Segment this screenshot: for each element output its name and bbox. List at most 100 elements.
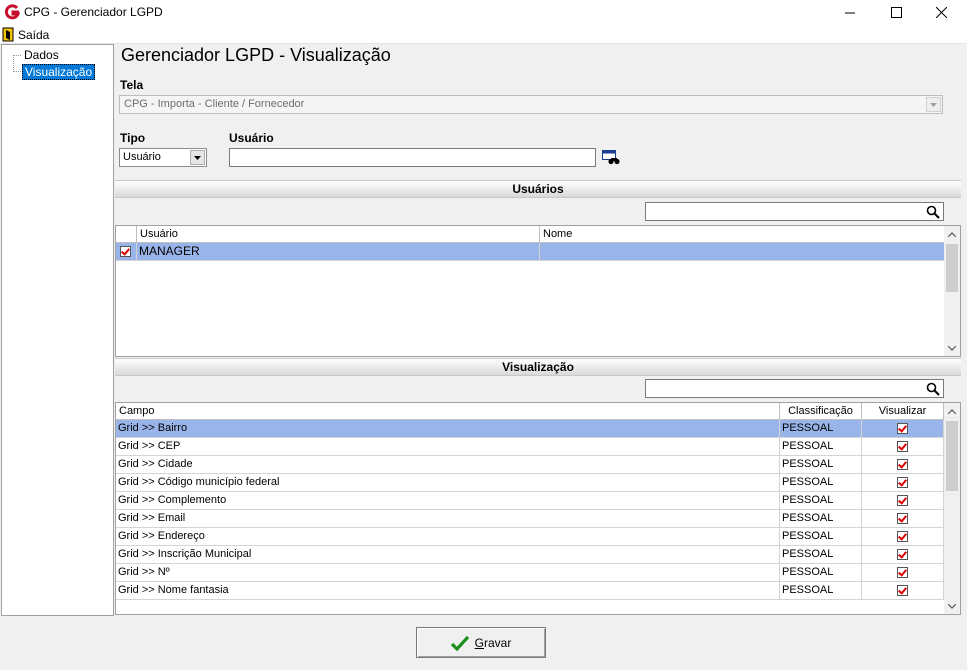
menu-exit-label: Saída (18, 27, 50, 42)
cell-campo: Grid >> Código município federal (116, 474, 780, 491)
checkbox-checked[interactable] (897, 441, 908, 452)
cell-campo: Grid >> Endereço (116, 528, 780, 545)
checkbox-checked[interactable] (897, 531, 908, 542)
page-title: Gerenciador LGPD - Visualização (121, 45, 391, 65)
close-button[interactable] (918, 0, 964, 25)
checkbox-checked[interactable] (897, 423, 908, 434)
scroll-up-icon[interactable] (944, 403, 960, 419)
window-title: CPG - Gerenciador LGPD (24, 5, 163, 19)
tela-value: CPG - Importa - Cliente / Fornecedor (124, 98, 305, 110)
tree-connector (13, 71, 21, 72)
usuarios-grid: Usuário Nome MANAGER (115, 225, 961, 357)
cell-visualizar[interactable] (862, 528, 944, 545)
gravar-label: Gravar (474, 635, 512, 650)
tree-connector (13, 55, 21, 56)
cell-visualizar[interactable] (862, 510, 944, 527)
gravar-button[interactable]: Gravar (416, 627, 546, 658)
checkbox-checked[interactable] (897, 567, 908, 578)
checkbox-checked[interactable] (897, 459, 908, 470)
tipo-value: Usuário (123, 151, 161, 163)
cell-visualizar[interactable] (862, 456, 944, 473)
column-header-classificacao[interactable]: Classificação (780, 403, 862, 420)
close-icon (935, 7, 947, 18)
table-row[interactable]: Grid >> Endereço PESSOAL (116, 528, 944, 546)
cell-campo: Grid >> CEP (116, 438, 780, 455)
cell-visualizar[interactable] (862, 492, 944, 509)
table-row[interactable]: MANAGER (116, 243, 945, 261)
cell-classificacao: PESSOAL (780, 564, 862, 581)
column-header-visualizar[interactable]: Visualizar (862, 403, 944, 420)
usuario-input[interactable] (229, 148, 596, 167)
cell-visualizar[interactable] (862, 546, 944, 563)
tree-item-dados[interactable]: Dados (22, 48, 61, 62)
checkbox-checked[interactable] (897, 495, 908, 506)
tela-label: Tela (120, 78, 144, 92)
user-search-button[interactable] (602, 150, 620, 166)
column-header-check (116, 226, 137, 243)
cell-classificacao: PESSOAL (780, 546, 862, 563)
cell-campo: Grid >> Email (116, 510, 780, 527)
row-checkbox-cell[interactable] (116, 243, 137, 260)
checkbox-checked[interactable] (897, 585, 908, 596)
cell-usuario: MANAGER (137, 243, 540, 260)
cell-classificacao: PESSOAL (780, 510, 862, 527)
tree-item-visualizacao[interactable]: Visualização (22, 64, 96, 80)
column-header-nome[interactable]: Nome (540, 226, 945, 243)
search-icon[interactable] (926, 205, 940, 219)
cell-campo: Grid >> Cidade (116, 456, 780, 473)
checkbox-checked[interactable] (897, 549, 908, 560)
cell-visualizar[interactable] (862, 474, 944, 491)
exit-door-icon (2, 27, 14, 42)
usuarios-section-header: Usuários (115, 180, 961, 198)
scroll-up-icon[interactable] (944, 226, 960, 242)
cell-classificacao: PESSOAL (780, 420, 862, 437)
cell-visualizar[interactable] (862, 420, 944, 437)
cell-classificacao: PESSOAL (780, 528, 862, 545)
cell-campo: Grid >> Inscrição Municipal (116, 546, 780, 563)
scrollbar-thumb[interactable] (946, 244, 958, 292)
chevron-down-icon[interactable] (926, 97, 941, 112)
visualizacao-section-header: Visualização (115, 358, 961, 376)
minimize-button[interactable] (827, 0, 873, 25)
table-row[interactable]: Grid >> Nome fantasia PESSOAL (116, 582, 944, 600)
chevron-down-icon[interactable] (190, 150, 205, 165)
table-row[interactable]: Grid >> Inscrição Municipal PESSOAL (116, 546, 944, 564)
table-row[interactable]: Grid >> Nº PESSOAL (116, 564, 944, 582)
cell-visualizar[interactable] (862, 438, 944, 455)
checkbox-checked[interactable] (897, 513, 908, 524)
menu-bar: Saída (0, 25, 967, 44)
cell-visualizar[interactable] (862, 582, 944, 599)
checkbox-checked[interactable] (897, 477, 908, 488)
usuarios-search-input[interactable] (645, 202, 944, 221)
checkmark-icon (450, 635, 469, 651)
cell-classificacao: PESSOAL (780, 456, 862, 473)
tela-select[interactable]: CPG - Importa - Cliente / Fornecedor (119, 95, 943, 114)
cell-nome (540, 243, 945, 260)
maximize-button[interactable] (873, 0, 919, 25)
cell-classificacao: PESSOAL (780, 438, 862, 455)
scroll-down-icon[interactable] (944, 340, 960, 356)
table-row[interactable]: Grid >> CEP PESSOAL (116, 438, 944, 456)
scrollbar-thumb[interactable] (946, 421, 958, 491)
table-row[interactable]: Grid >> Email PESSOAL (116, 510, 944, 528)
navigation-tree: Dados Visualização (1, 44, 114, 616)
table-row[interactable]: Grid >> Código município federal PESSOAL (116, 474, 944, 492)
cell-visualizar[interactable] (862, 564, 944, 581)
binoculars-icon (602, 150, 620, 165)
scroll-down-icon[interactable] (944, 598, 960, 614)
column-header-campo[interactable]: Campo (116, 403, 780, 420)
column-header-usuario[interactable]: Usuário (137, 226, 540, 243)
search-icon[interactable] (926, 382, 940, 396)
cell-campo: Grid >> Nome fantasia (116, 582, 780, 599)
table-row[interactable]: Grid >> Complemento PESSOAL (116, 492, 944, 510)
checkbox-checked[interactable] (120, 246, 131, 257)
visualizacao-scrollbar[interactable] (944, 403, 960, 614)
maximize-icon (890, 7, 902, 18)
tipo-select[interactable]: Usuário (119, 148, 207, 167)
table-row[interactable]: Grid >> Bairro PESSOAL (116, 420, 944, 438)
usuarios-scrollbar[interactable] (944, 226, 960, 356)
app-logo-icon (4, 4, 20, 20)
visualizacao-search-input[interactable] (645, 379, 944, 398)
table-row[interactable]: Grid >> Cidade PESSOAL (116, 456, 944, 474)
menu-exit[interactable]: Saída (2, 26, 49, 43)
